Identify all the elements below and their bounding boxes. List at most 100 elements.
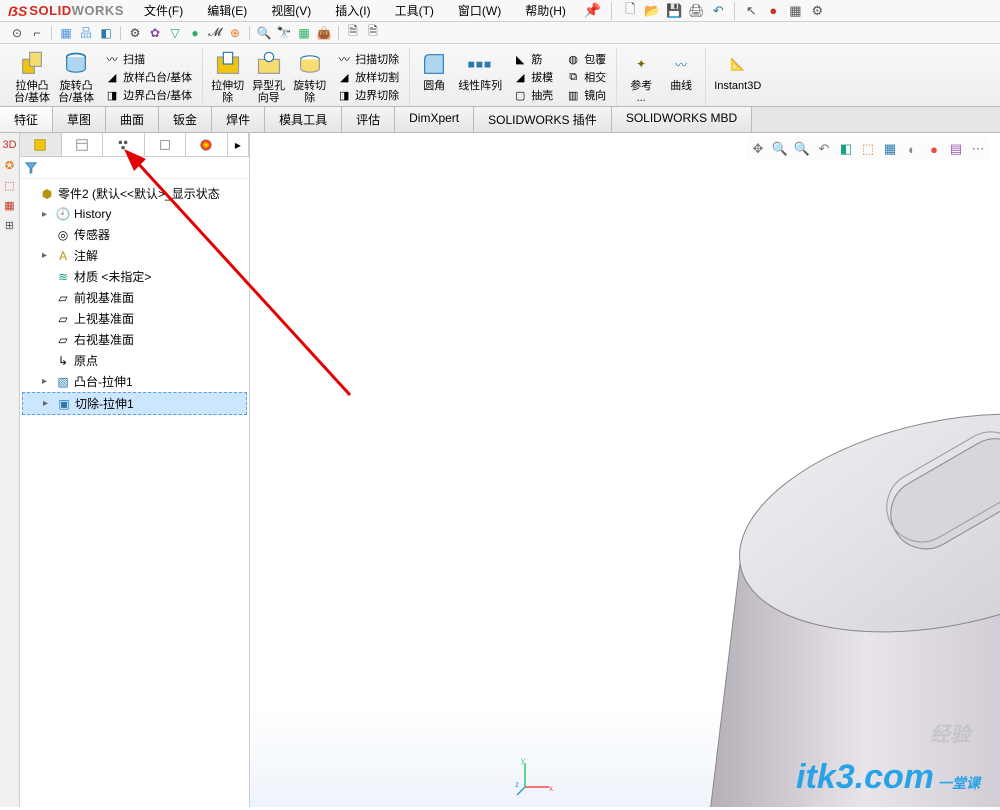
tb-search-icon[interactable]: 🔍 xyxy=(255,24,273,42)
tree-tab-display[interactable] xyxy=(186,133,228,156)
save-icon[interactable]: 💾 xyxy=(664,2,684,20)
tree-annotations[interactable]: ▸A 注解 xyxy=(22,245,247,266)
linear-pattern-button[interactable]: 线性阵列 xyxy=(454,48,506,106)
instant3d-button[interactable]: 📐 Instant3D xyxy=(710,48,765,94)
extrude-cut-button[interactable]: 拉伸切 除 xyxy=(207,48,248,106)
tree-tab-property[interactable] xyxy=(62,133,104,156)
tree-cut-extrude[interactable]: ▸▣ 切除-拉伸1 xyxy=(22,392,247,415)
tab-sw-mbd[interactable]: SOLIDWORKS MBD xyxy=(612,107,752,132)
leftbar-icon-1[interactable]: 3D xyxy=(2,137,18,153)
menu-help[interactable]: 帮助(H) xyxy=(513,0,578,22)
tab-sheetmetal[interactable]: 钣金 xyxy=(159,107,212,132)
rebuild-icon[interactable]: ● xyxy=(763,2,783,20)
tree-origin[interactable]: ↳ 原点 xyxy=(22,350,247,371)
undo-icon[interactable]: ↶ xyxy=(708,2,728,20)
viewport[interactable]: ✥ 🔍 🔍 ↶ ◧ ⬚ ▦ ◐ ● ▤ ⋯ xyxy=(250,133,1000,807)
settings-icon[interactable]: ⚙ xyxy=(807,2,827,20)
display-style-icon[interactable]: ▦ xyxy=(880,139,900,159)
shell-button[interactable]: ▢抽壳 xyxy=(510,86,555,104)
revolve-cut-button[interactable]: 旋转切 除 xyxy=(289,48,330,106)
rib-button[interactable]: ◣筋 xyxy=(510,50,555,68)
menu-insert[interactable]: 插入(I) xyxy=(323,0,382,22)
view-settings-icon[interactable]: ⋯ xyxy=(968,139,988,159)
menu-file[interactable]: 文件(F) xyxy=(132,0,195,22)
menu-window[interactable]: 窗口(W) xyxy=(446,0,513,22)
tree-tab-dimxpert[interactable] xyxy=(145,133,187,156)
loft-cut-button[interactable]: ◢放样切割 xyxy=(334,68,401,86)
tb-icon-9[interactable]: ● xyxy=(186,24,204,42)
tree-right-plane[interactable]: ▱ 右视基准面 xyxy=(22,329,247,350)
tab-sw-addins[interactable]: SOLIDWORKS 插件 xyxy=(474,107,612,132)
boundary-button[interactable]: ◨边界凸台/基体 xyxy=(102,86,194,104)
menu-view[interactable]: 视图(V) xyxy=(259,0,323,22)
view-orient-icon[interactable]: ⬚ xyxy=(858,139,878,159)
menu-edit[interactable]: 编辑(E) xyxy=(195,0,259,22)
new-icon[interactable]: 🗋 xyxy=(620,2,640,20)
revolve-boss-button[interactable]: 旋转凸 台/基体 xyxy=(54,48,98,106)
tab-weldment[interactable]: 焊件 xyxy=(212,107,265,132)
zoom-area-icon[interactable]: 🔍 xyxy=(792,139,812,159)
tb-icon-2[interactable]: ⌐ xyxy=(28,24,46,42)
open-icon[interactable]: 📂 xyxy=(642,2,662,20)
loft-button[interactable]: ◢放样凸台/基体 xyxy=(102,68,194,86)
tree-tab-expand[interactable]: ▸ xyxy=(228,133,249,156)
tb-icon-5[interactable]: ◧ xyxy=(97,24,115,42)
fillet-button[interactable]: 圆角 xyxy=(414,48,454,106)
tb-icon-11[interactable]: ⊕ xyxy=(226,24,244,42)
select-icon[interactable]: ↖ xyxy=(741,2,761,20)
wrap-button[interactable]: ◍包覆 xyxy=(563,50,608,68)
hole-wizard-button[interactable]: 异型孔 向导 xyxy=(248,48,289,106)
hide-show-icon[interactable]: ◐ xyxy=(902,139,922,159)
zoom-fit-icon[interactable]: 🔍 xyxy=(770,139,790,159)
print-icon[interactable]: 🖨 xyxy=(686,2,706,20)
menu-tools[interactable]: 工具(T) xyxy=(383,0,446,22)
tab-moldtools[interactable]: 模具工具 xyxy=(265,107,342,132)
tb-icon-8[interactable]: ▽ xyxy=(166,24,184,42)
pin-icon[interactable]: 📌 xyxy=(578,2,607,19)
tree-top-plane[interactable]: ▱ 上视基准面 xyxy=(22,308,247,329)
tab-sketch[interactable]: 草图 xyxy=(53,107,106,132)
tb-icon-16[interactable]: 🗎 xyxy=(344,24,362,42)
tree-root[interactable]: ⬢ 零件2 (默认<<默认>_显示状态 xyxy=(22,183,247,204)
tree-material[interactable]: ≋ 材质 <未指定> xyxy=(22,266,247,287)
tab-feature[interactable]: 特征 xyxy=(0,107,53,132)
appearance-icon[interactable]: ● xyxy=(924,139,944,159)
tree-sensors[interactable]: ◎ 传感器 xyxy=(22,224,247,245)
leftbar-icon-2[interactable]: ✪ xyxy=(2,157,18,173)
sweep-button[interactable]: 〰扫描 xyxy=(102,50,194,68)
leftbar-icon-3[interactable]: ⬚ xyxy=(2,177,18,193)
tree-history[interactable]: ▸🕘 History xyxy=(22,204,247,224)
tb-icon-10[interactable]: 𝓜 xyxy=(206,24,224,42)
scene-icon[interactable]: ▤ xyxy=(946,139,966,159)
options-icon[interactable]: ▦ xyxy=(785,2,805,20)
tree-tab-features[interactable] xyxy=(20,133,62,156)
mirror-button[interactable]: ▥镜向 xyxy=(563,86,608,104)
section-icon[interactable]: ◧ xyxy=(836,139,856,159)
tab-surface[interactable]: 曲面 xyxy=(106,107,159,132)
boundary-cut-button[interactable]: ◨边界切除 xyxy=(334,86,401,104)
tb-icon-17[interactable]: 🗎 xyxy=(364,24,382,42)
tree-tab-config[interactable] xyxy=(103,133,145,156)
prev-view-icon[interactable]: ↶ xyxy=(814,139,834,159)
curves-button[interactable]: 〰 曲线 xyxy=(661,48,701,106)
tb-gear-icon[interactable]: ⚙ xyxy=(126,24,144,42)
tab-evaluate[interactable]: 评估 xyxy=(342,107,395,132)
intersect-button[interactable]: ⧉相交 xyxy=(563,68,608,86)
extrude-boss-button[interactable]: 拉伸凸 台/基体 xyxy=(10,48,54,106)
tree-front-plane[interactable]: ▱ 前视基准面 xyxy=(22,287,247,308)
tb-icon-15[interactable]: 👜 xyxy=(315,24,333,42)
leftbar-icon-4[interactable]: ▦ xyxy=(2,197,18,213)
leftbar-icon-5[interactable]: ⊞ xyxy=(2,217,18,233)
tb-icon-1[interactable]: ⊙ xyxy=(8,24,26,42)
draft-button[interactable]: ◢拔模 xyxy=(510,68,555,86)
ref-geom-button[interactable]: ✦ 参考 ... xyxy=(621,48,661,106)
tree-filter[interactable] xyxy=(20,157,249,179)
tb-excel-icon[interactable]: ▦ xyxy=(295,24,313,42)
tb-icon-7[interactable]: ✿ xyxy=(146,24,164,42)
sweep-cut-button[interactable]: 〰扫描切除 xyxy=(334,50,401,68)
tb-binoculars-icon[interactable]: 🔭 xyxy=(275,24,293,42)
tb-icon-4[interactable]: 品 xyxy=(77,24,95,42)
tab-dimxpert[interactable]: DimXpert xyxy=(395,107,474,132)
tree-boss-extrude[interactable]: ▸▧ 凸台-拉伸1 xyxy=(22,371,247,392)
tb-icon-3[interactable]: ▦ xyxy=(57,24,75,42)
